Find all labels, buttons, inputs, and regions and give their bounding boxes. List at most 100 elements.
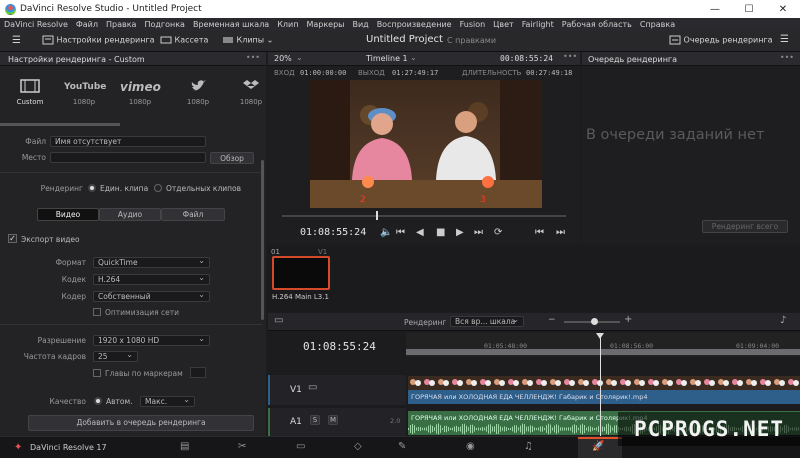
edit-page-icon[interactable]: ▭ (296, 441, 305, 452)
menu-workspace[interactable]: Рабочая область (562, 20, 632, 29)
zoom-select[interactable]: 20% (274, 54, 292, 63)
solo-button[interactable]: S (310, 415, 320, 425)
render-range-select[interactable]: Вся вр... шкала (450, 315, 524, 327)
cut-page-icon[interactable]: ✂ (238, 441, 246, 452)
menu-color[interactable]: Цвет (493, 20, 514, 29)
menu-help[interactable]: Справка (640, 20, 675, 29)
menu-playback[interactable]: Воспроизведение (377, 20, 452, 29)
export-video-checkbox[interactable]: ✓ (8, 234, 17, 243)
presets-scrollbar[interactable] (0, 123, 120, 126)
panel-toggle-icon[interactable]: ☰ (12, 35, 21, 46)
play-icon[interactable]: ▶ (456, 227, 464, 238)
track-monitor-icon[interactable]: ▭ (308, 382, 317, 393)
preset-dropbox[interactable]: 1080p (236, 78, 266, 106)
panel-options-icon[interactable]: ••• (246, 53, 260, 62)
fairlight-page-icon[interactable]: ♫ (524, 441, 533, 452)
preset-twitter[interactable]: 1080p (178, 78, 218, 106)
media-page-icon[interactable]: ▤ (180, 441, 189, 452)
zoom-dropdown-icon[interactable]: ⌄ (296, 53, 303, 62)
zoom-in-icon[interactable]: + (624, 314, 632, 325)
menu-clip[interactable]: Клип (277, 20, 298, 29)
preset-vimeo[interactable]: vimeo 1080p (120, 78, 161, 106)
play-reverse-icon[interactable]: ◀ (416, 227, 424, 238)
timeline-dropdown-icon[interactable]: ⌄ (410, 53, 417, 62)
thumbnail-figure (765, 380, 771, 386)
menu-view[interactable]: Вид (352, 20, 368, 29)
render-all-button[interactable]: Рендеринг всего (702, 220, 788, 233)
network-opt-checkbox[interactable] (93, 308, 101, 316)
menu-fusion[interactable]: Fusion (460, 20, 486, 29)
waveform-bar (614, 425, 615, 433)
single-clip-radio[interactable] (88, 184, 96, 192)
fps-select[interactable]: 25 (93, 350, 138, 362)
viewer-options-icon[interactable]: ••• (563, 52, 577, 61)
render-panel-scrollbar[interactable] (261, 160, 264, 320)
jump-start-icon[interactable]: ⏮ (396, 227, 405, 238)
prev-clip-icon[interactable]: ⏮ (535, 227, 544, 238)
chapters-color-select[interactable] (190, 367, 206, 378)
video-clip[interactable]: ГОРЯЧАЯ или ХОЛОДНАЯ ЕДА ЧЕЛЛЕНДЖ! Габар… (408, 390, 800, 404)
viewer-scrubber-handle[interactable] (375, 211, 378, 220)
tab-file[interactable]: Файл (161, 208, 225, 221)
tape-toggle[interactable]: Кассета (160, 35, 208, 45)
timeline-zoom-handle[interactable] (591, 318, 598, 325)
render-settings-toggle[interactable]: Настройки рендеринга (42, 35, 155, 45)
close-button[interactable]: ✕ (766, 0, 800, 18)
viewer-scrubber[interactable] (282, 215, 566, 217)
thumbnail-figure (569, 380, 575, 386)
viewer-timecode: 00:08:55:24 (500, 54, 553, 63)
add-to-queue-button[interactable]: Добавить в очередь рендеринга (28, 415, 254, 431)
queue-options-icon[interactable]: ••• (780, 53, 794, 62)
zoom-out-icon[interactable]: − (548, 315, 556, 325)
menu-edit[interactable]: Правка (106, 20, 136, 29)
track-header-v1[interactable]: V1 ▭ (268, 375, 406, 405)
preset-custom[interactable]: Custom (10, 78, 50, 106)
format-select[interactable]: QuickTime (93, 256, 210, 268)
menu-file[interactable]: Файл (76, 20, 98, 29)
menu-trim[interactable]: Подгонка (144, 20, 185, 29)
render-queue-toggle[interactable]: Очередь рендеринга (669, 35, 773, 45)
tab-video[interactable]: Видео (37, 208, 99, 221)
audio-mixer-icon[interactable]: ♪ (780, 315, 786, 326)
quality-select[interactable]: Макс. (140, 395, 195, 407)
clip-thumbnail[interactable] (272, 256, 330, 290)
menu-markers[interactable]: Маркеры (306, 20, 344, 29)
timeline-view-icon[interactable]: ▭ (274, 315, 283, 326)
fusion-page-icon[interactable]: ◇ (354, 441, 362, 452)
render-range-bar[interactable] (406, 349, 800, 355)
audio-icon[interactable]: 🔈 (380, 227, 392, 238)
track-header-a1[interactable]: A1 S M 2.0 (268, 408, 406, 436)
menu-davinci[interactable]: DaVinci Resolve (4, 20, 68, 29)
browse-button[interactable]: Обзор (210, 152, 254, 164)
resolution-select[interactable]: 1920 x 1080 HD (93, 334, 210, 346)
menu-fairlight[interactable]: Fairlight (522, 20, 554, 29)
mute-button[interactable]: M (328, 415, 338, 425)
toolbar-menu-icon[interactable]: ☰ (780, 34, 789, 45)
chapters-checkbox[interactable] (93, 369, 101, 377)
separate-clips-radio[interactable] (154, 184, 162, 192)
jump-end-icon[interactable]: ⏭ (474, 227, 483, 238)
codec-select[interactable]: H.264 (93, 273, 210, 285)
encoder-select[interactable]: Собственный (93, 290, 210, 302)
location-input[interactable] (50, 152, 206, 163)
preset-youtube[interactable]: YouTube 1080p (64, 78, 106, 106)
minimize-button[interactable]: — (698, 0, 732, 18)
menu-timeline[interactable]: Временная шкала (193, 20, 269, 29)
timeline-playhead[interactable] (600, 333, 601, 436)
timeline-name[interactable]: Timeline 1 (366, 54, 408, 63)
loop-icon[interactable]: ⟳ (494, 227, 502, 238)
video-clip-thumbnails[interactable] (408, 376, 800, 390)
clips-toggle[interactable]: Клипы ⌄ (222, 35, 273, 45)
format-label: Формат (55, 258, 86, 267)
next-clip-icon[interactable]: ⏭ (556, 227, 565, 238)
color-page-icon[interactable]: ✎ (398, 441, 406, 452)
deliver-page-icon[interactable]: 🚀 (592, 441, 604, 452)
color-wheel-icon[interactable]: ◉ (466, 441, 475, 452)
maximize-button[interactable]: ☐ (732, 0, 766, 18)
tab-audio[interactable]: Аудио (99, 208, 161, 221)
waveform-bar (528, 426, 529, 432)
filename-input[interactable]: Имя отсутствует (50, 136, 206, 147)
stop-icon[interactable]: ■ (436, 227, 445, 238)
quality-auto-radio[interactable] (94, 397, 102, 405)
playhead-marker[interactable] (596, 333, 604, 339)
